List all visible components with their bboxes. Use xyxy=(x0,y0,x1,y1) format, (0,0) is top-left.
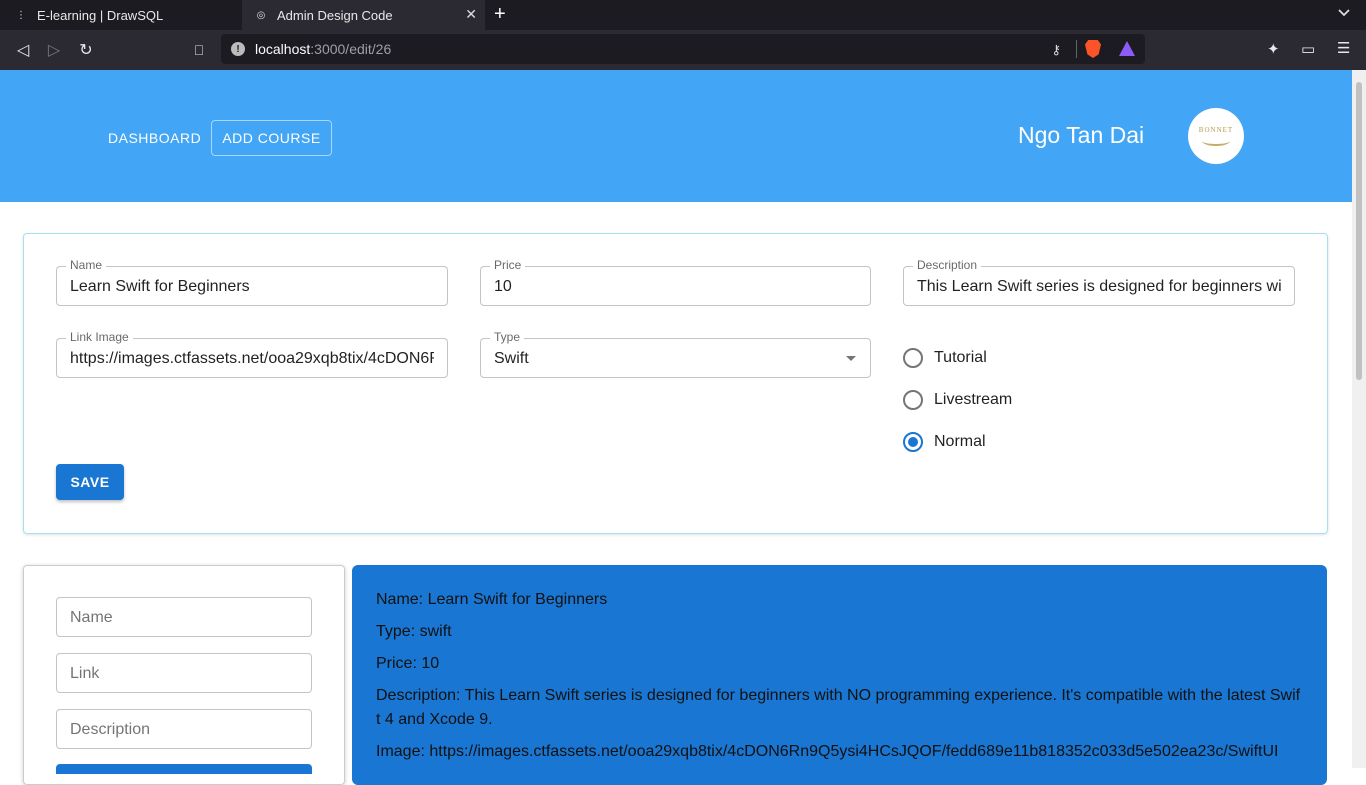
forward-icon[interactable]: ▷ xyxy=(43,39,65,61)
radio-unchecked-icon[interactable] xyxy=(903,390,923,410)
radio-label[interactable]: Normal xyxy=(934,433,986,451)
type-select[interactable]: Type Swift xyxy=(480,330,871,378)
dropdown-arrow-icon[interactable] xyxy=(846,356,856,361)
scrollbar-thumb[interactable] xyxy=(1356,82,1362,380)
tab-title: Admin Design Code xyxy=(277,7,393,23)
browser-tab-bar: ⋮ E-learning | DrawSQL ◎ Admin Design Co… xyxy=(0,0,1366,30)
radio-checked-icon[interactable] xyxy=(903,432,923,452)
price-value[interactable]: 10 xyxy=(494,278,857,296)
url-text[interactable]: localhost:3000/edit/26 xyxy=(255,41,391,57)
radio-normal[interactable]: Normal xyxy=(903,432,986,452)
new-tab-icon[interactable]: + xyxy=(494,3,506,26)
drawsql-icon: ⋮ xyxy=(16,9,26,21)
type-label: Type xyxy=(490,330,525,344)
description-value[interactable]: This Learn Swift series is designed for … xyxy=(917,278,1281,296)
link-image-label: Link Image xyxy=(66,330,133,344)
name-value[interactable]: Learn Swift for Beginners xyxy=(70,278,434,296)
description-field[interactable]: Description This Learn Swift series is d… xyxy=(903,258,1295,306)
brave-rewards-icon[interactable] xyxy=(1119,41,1135,56)
avatar[interactable]: BONNET xyxy=(1188,108,1244,164)
course-preview-panel: Name: Learn Swift for Beginners Type: sw… xyxy=(352,565,1327,785)
description-label: Description xyxy=(913,258,982,272)
logo-leaf-icon xyxy=(1202,136,1230,146)
key-icon[interactable]: ⚷ xyxy=(1051,42,1061,58)
preview-type: Type: swift xyxy=(376,623,452,640)
link-placeholder: Link xyxy=(70,665,100,682)
back-icon[interactable]: ◁ xyxy=(12,39,34,61)
radio-label[interactable]: Livestream xyxy=(934,391,1012,409)
radio-unchecked-icon[interactable] xyxy=(903,348,923,368)
add-course-button[interactable]: ADD COURSE xyxy=(211,120,332,156)
info-icon[interactable]: ! xyxy=(231,42,245,56)
radio-livestream[interactable]: Livestream xyxy=(903,390,1012,410)
description-placeholder: Description xyxy=(70,721,151,738)
menu-icon[interactable]: ☰ xyxy=(1337,39,1350,57)
tab-admin-design-code[interactable]: ◎ Admin Design Code ✕ xyxy=(242,0,485,30)
bookmark-icon[interactable]: ⎕ xyxy=(188,39,210,61)
price-field[interactable]: Price 10 xyxy=(480,258,871,306)
radio-label[interactable]: Tutorial xyxy=(934,349,987,367)
dashboard-link[interactable]: DASHBOARD xyxy=(94,120,215,156)
lesson-link-input[interactable]: Link xyxy=(56,653,312,693)
link-image-field[interactable]: Link Image https://images.ctfassets.net/… xyxy=(56,330,448,378)
extensions-icon[interactable]: ✦ xyxy=(1267,40,1280,58)
close-tab-icon[interactable]: ✕ xyxy=(465,6,477,23)
type-value[interactable]: Swift xyxy=(494,350,857,368)
reload-icon[interactable]: ↻ xyxy=(75,39,97,61)
lesson-name-input[interactable]: Name xyxy=(56,597,312,637)
name-placeholder: Name xyxy=(70,609,113,626)
preview-price: Price: 10 xyxy=(376,655,440,672)
app-icon: ◎ xyxy=(256,9,266,21)
divider xyxy=(1076,40,1077,58)
price-label: Price xyxy=(490,258,526,272)
chevron-down-icon[interactable] xyxy=(1338,6,1350,18)
name-field[interactable]: Name Learn Swift for Beginners xyxy=(56,258,448,306)
preview-name: Name: Learn Swift for Beginners xyxy=(376,591,608,608)
browser-nav-bar: ◁ ▷ ↻ ⎕ ! localhost:3000/edit/26 ⚷ ✦ ▭ ☰ xyxy=(0,30,1366,70)
page-scrollbar[interactable] xyxy=(1352,70,1366,768)
tab-drawsql[interactable]: ⋮ E-learning | DrawSQL xyxy=(0,0,242,30)
preview-image: Image: https://images.ctfassets.net/ooa2… xyxy=(376,743,1279,760)
address-bar[interactable]: ! localhost:3000/edit/26 ⚷ xyxy=(221,34,1145,64)
radio-tutorial[interactable]: Tutorial xyxy=(903,348,987,368)
add-lesson-button[interactable] xyxy=(56,764,312,774)
app-header: DASHBOARD ADD COURSE Ngo Tan Dai BONNET xyxy=(0,70,1352,202)
avatar-logo-text: BONNET xyxy=(1198,126,1234,134)
lesson-description-input[interactable]: Description xyxy=(56,709,312,749)
user-name: Ngo Tan Dai xyxy=(1018,122,1145,148)
tab-title: E-learning | DrawSQL xyxy=(37,7,164,23)
wallet-icon[interactable]: ▭ xyxy=(1301,40,1315,58)
name-label: Name xyxy=(66,258,107,272)
save-button[interactable]: SAVE xyxy=(56,464,124,500)
link-image-value[interactable]: https://images.ctfassets.net/ooa29xqb8ti… xyxy=(70,350,434,368)
brave-shields-icon[interactable] xyxy=(1085,40,1101,58)
preview-description: Description: This Learn Swift series is … xyxy=(376,687,1301,728)
